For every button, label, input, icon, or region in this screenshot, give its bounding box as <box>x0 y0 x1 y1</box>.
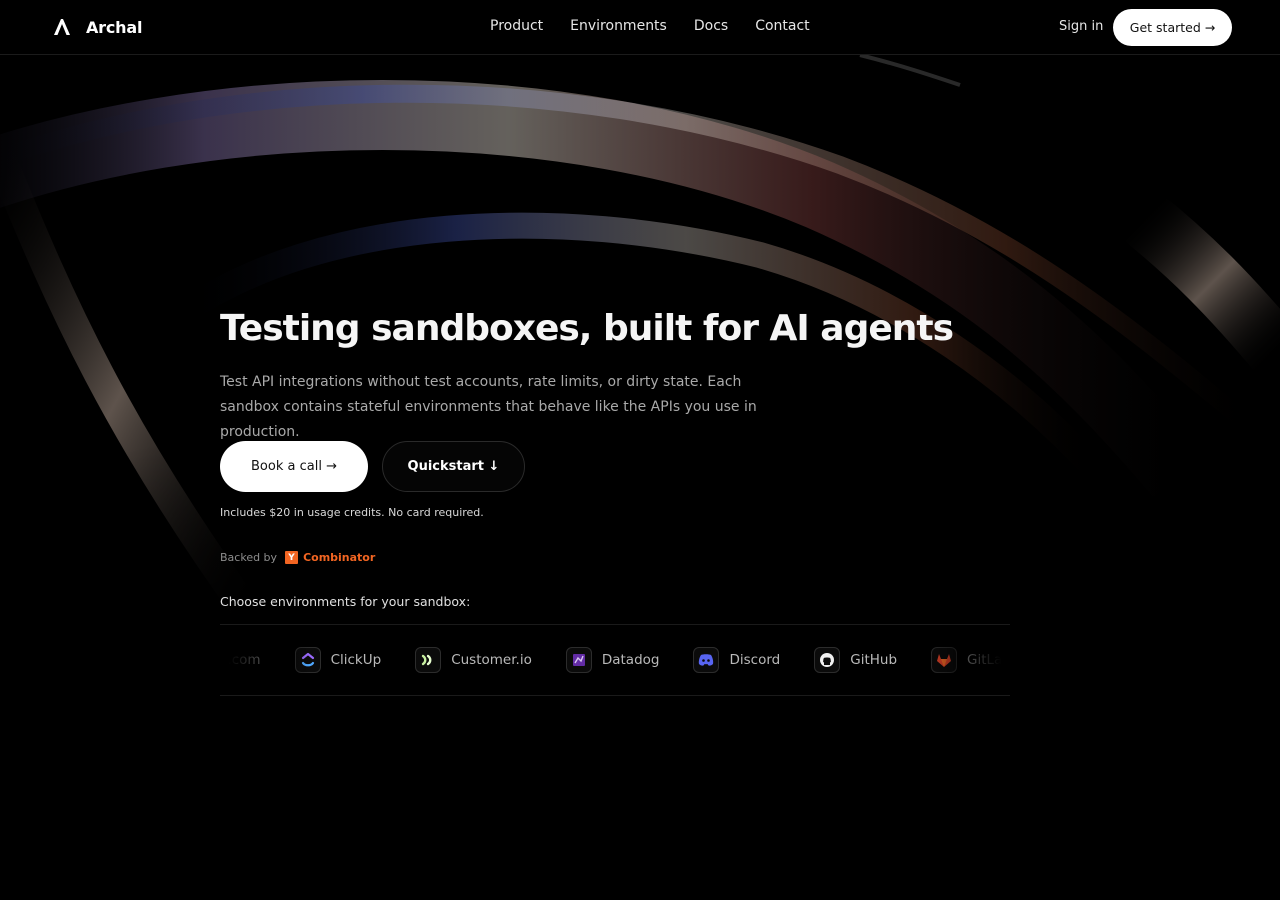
hero: Testing sandboxes, built for AI agents T… <box>220 308 1040 445</box>
hero-subtitle: Test API integrations without test accou… <box>220 374 757 440</box>
discord-icon <box>693 647 720 673</box>
top-nav: Archal Product Environments Docs Contact… <box>0 0 1280 55</box>
env-item-clickup[interactable]: ClickUp <box>294 647 382 673</box>
brand[interactable]: Archal <box>52 16 142 38</box>
hero-background <box>0 55 1280 900</box>
ycombinator-logo-icon: Y <box>285 551 299 564</box>
env-label: Discord <box>729 652 781 668</box>
env-label: Customer.io <box>451 652 532 668</box>
env-item-github[interactable]: GitHub <box>814 647 897 673</box>
brand-name: Archal <box>86 17 143 37</box>
env-label: ClickUp <box>330 652 382 668</box>
env-item-discord[interactable]: Discord <box>693 647 780 673</box>
sign-in-link[interactable]: Sign in <box>1059 19 1103 34</box>
github-icon <box>814 647 841 673</box>
env-label: Datadog <box>601 652 660 668</box>
environments-carousel[interactable]: Cal.com ClickUp Customer.io <box>220 624 1010 696</box>
environments-heading: Choose environments for your sandbox: <box>220 594 471 609</box>
env-item-gitlab[interactable]: GitLab <box>931 647 1010 673</box>
archal-logo-icon <box>54 19 70 35</box>
book-call-button[interactable]: Book a call → <box>220 441 368 492</box>
environments-track: Cal.com ClickUp Customer.io <box>220 625 1010 695</box>
gitlab-icon <box>931 647 958 673</box>
nav-contact[interactable]: Contact <box>755 18 809 34</box>
nav-docs[interactable]: Docs <box>694 18 728 34</box>
nav-environments[interactable]: Environments <box>570 18 667 34</box>
env-item-customerio[interactable]: Customer.io <box>415 647 532 673</box>
datadog-icon <box>565 647 592 673</box>
hero-title: Testing sandboxes, built for AI agents <box>220 308 954 349</box>
ycombinator-name: Combinator <box>303 551 376 564</box>
quickstart-button[interactable]: Quickstart ↓ <box>382 441 525 492</box>
cta-row: Book a call → Quickstart ↓ <box>220 441 525 492</box>
env-item-datadog[interactable]: Datadog <box>565 647 660 673</box>
env-label: GitHub <box>850 652 898 668</box>
clickup-icon <box>294 647 321 673</box>
env-label: Cal.com <box>220 652 261 668</box>
backed-by-label: Backed by <box>220 551 278 564</box>
customerio-icon <box>415 647 442 673</box>
env-label: GitLab <box>967 652 1010 668</box>
get-started-button[interactable]: Get started → <box>1113 9 1232 46</box>
credits-note: Includes $20 in usage credits. No card r… <box>220 506 484 519</box>
env-item-calcom[interactable]: Cal.com <box>220 647 261 673</box>
main-nav: Product Environments Docs Contact <box>490 18 837 34</box>
nav-product[interactable]: Product <box>490 18 543 34</box>
backed-by: Backed by Y Combinator <box>220 551 375 564</box>
